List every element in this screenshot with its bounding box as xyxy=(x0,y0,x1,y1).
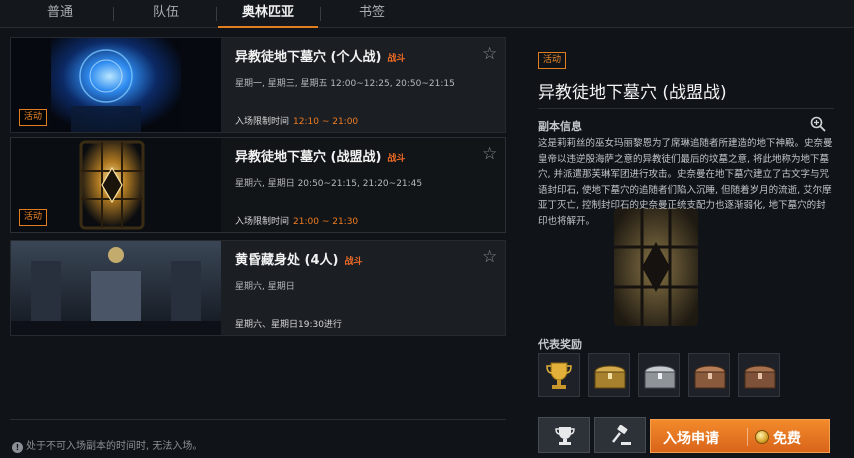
coin-icon xyxy=(755,430,769,444)
entry-limit: 星期六、星期日19:30进行 xyxy=(235,320,342,330)
tab-normal[interactable]: 普通 xyxy=(10,0,110,28)
reward-bronze-chest[interactable] xyxy=(688,353,730,397)
dungeon-thumbnail: 活动 xyxy=(11,138,221,232)
battle-tag: 战斗 xyxy=(387,54,406,64)
dungeon-schedule: 星期六, 星期日 xyxy=(235,282,295,292)
dungeon-title: 异教徒地下墓穴 (个人战) 战斗 xyxy=(235,50,406,65)
reward-gold-chest[interactable] xyxy=(588,353,630,397)
section-title-rewards: 代表奖励 xyxy=(538,338,582,351)
tab-bookmark[interactable]: 书签 xyxy=(322,0,422,28)
event-badge: 活动 xyxy=(538,52,567,69)
star-icon[interactable]: ☆ xyxy=(482,249,497,266)
event-badge: 活动 xyxy=(19,209,48,226)
battle-tag: 战斗 xyxy=(344,257,363,267)
gold-chest-icon xyxy=(594,365,626,389)
top-tab-bar: 普通 队伍 奥林匹亚 书签 xyxy=(0,0,854,28)
entry-notice: ! 处于不可入场副本的时间时, 无法入场。 xyxy=(12,437,202,453)
detail-title: 异教徒地下墓穴 (战盟战) xyxy=(538,83,727,103)
event-badge: 活动 xyxy=(19,109,48,126)
trophy-icon xyxy=(546,362,572,389)
bronze-chest-icon xyxy=(694,365,726,389)
tab-olympia[interactable]: 奥林匹亚 xyxy=(218,0,318,28)
reward-bronze-chest[interactable] xyxy=(738,353,780,397)
trophy-icon xyxy=(555,427,575,445)
divider xyxy=(538,108,834,109)
info-icon: ! xyxy=(12,442,23,453)
star-icon[interactable]: ☆ xyxy=(482,46,497,63)
dungeon-title: 异教徒地下墓穴 (战盟战) 战斗 xyxy=(235,150,406,165)
zoom-icon[interactable] xyxy=(810,116,826,132)
tab-separator xyxy=(320,7,321,21)
auction-button[interactable] xyxy=(594,417,646,453)
tab-party[interactable]: 队伍 xyxy=(116,0,216,28)
dungeon-thumbnail xyxy=(11,241,221,335)
divider xyxy=(10,419,506,420)
silver-chest-icon xyxy=(644,365,676,389)
enter-apply-button[interactable]: 入场申请 免费 xyxy=(650,419,830,453)
bronze-chest-icon xyxy=(744,365,776,389)
entry-limit: 入场限制时间 21:00 ~ 21:30 xyxy=(235,217,359,227)
dungeon-schedule: 星期六, 星期日 20:50~21:15, 21:20~21:45 xyxy=(235,179,423,189)
reward-trophy[interactable] xyxy=(538,353,580,397)
entry-limit-time: 21:00 ~ 21:30 xyxy=(293,217,359,227)
tab-separator xyxy=(113,7,114,21)
ranking-button[interactable] xyxy=(538,417,590,453)
entry-limit: 入场限制时间 12:10 ~ 21:00 xyxy=(235,117,359,127)
button-separator xyxy=(747,428,748,446)
dungeon-thumbnail: 活动 xyxy=(11,38,221,132)
cost-free-label: 免费 xyxy=(773,431,801,447)
dungeon-card-solo[interactable]: 活动 异教徒地下墓穴 (个人战) 战斗 ☆ 星期一, 星期三, 星期五 12:00… xyxy=(10,37,506,133)
enter-apply-label: 入场申请 xyxy=(663,431,719,447)
dungeon-detail-panel: 活动 异教徒地下墓穴 (战盟战) 副本信息 这是莉莉丝的巫女玛丽黎恩为了席琳追随… xyxy=(528,36,854,458)
star-icon[interactable]: ☆ xyxy=(482,146,497,163)
dungeon-card-twilight[interactable]: 黄昏藏身处 (4人) 战斗 ☆ 星期六, 星期日 星期六、星期日19:30进行 xyxy=(10,240,506,336)
dungeon-card-guild[interactable]: 活动 异教徒地下墓穴 (战盟战) 战斗 ☆ 星期六, 星期日 20:50~21:1… xyxy=(10,137,506,233)
tab-separator xyxy=(216,7,217,21)
detail-description: 这是莉莉丝的巫女玛丽黎恩为了席琳追随者所建造的地下神殿。史奈曼皇帝以违逆殷海萨之… xyxy=(538,138,833,227)
reward-silver-chest[interactable] xyxy=(638,353,680,397)
dungeon-title: 黄昏藏身处 (4人) 战斗 xyxy=(235,253,363,268)
section-title-info: 副本信息 xyxy=(538,120,582,133)
entry-limit-time: 12:10 ~ 21:00 xyxy=(293,117,359,127)
battle-tag: 战斗 xyxy=(387,154,406,164)
gavel-icon xyxy=(612,425,631,445)
dungeon-schedule: 星期一, 星期三, 星期五 12:00~12:25, 20:50~21:15 xyxy=(235,79,455,89)
